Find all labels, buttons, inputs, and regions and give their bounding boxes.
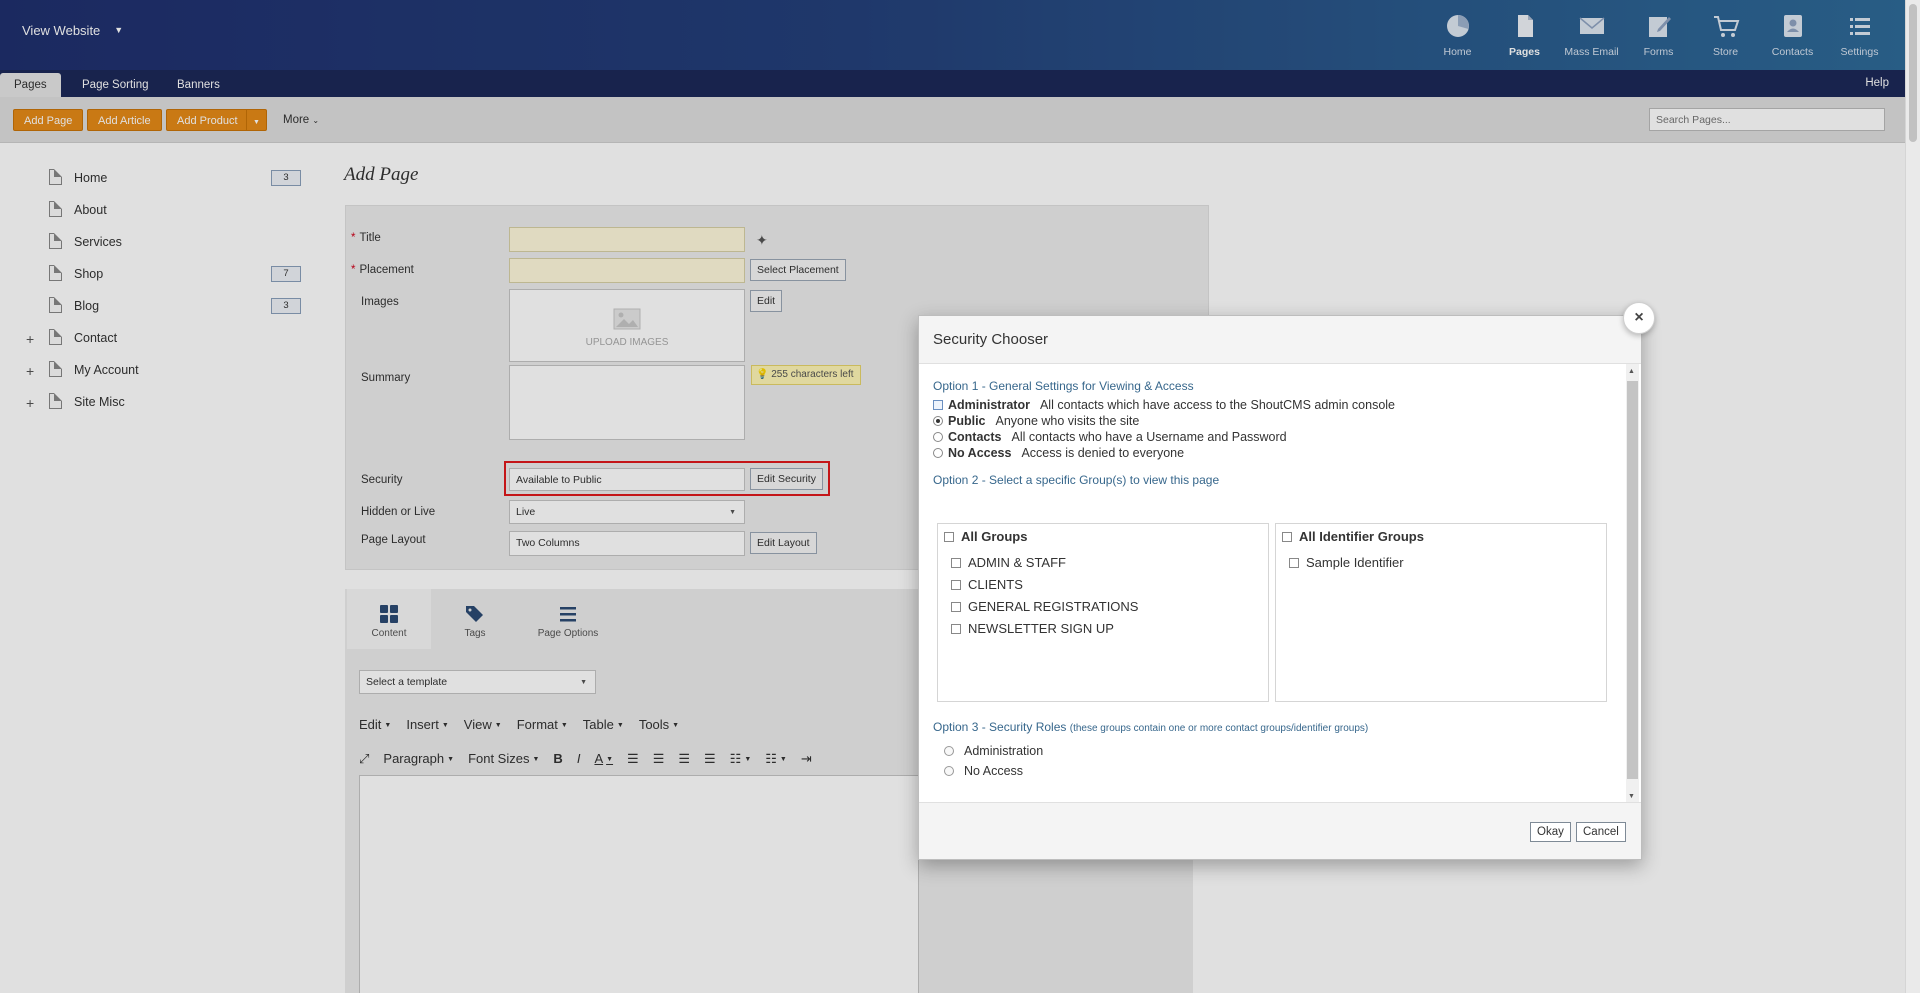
- no-access-radio[interactable]: [933, 448, 943, 458]
- option3-heading-text: Option 3 - Security Roles: [933, 720, 1067, 734]
- modal-scrollbar[interactable]: ▲ ▼: [1626, 364, 1639, 802]
- page-scrollbar[interactable]: [1905, 0, 1920, 993]
- option-public[interactable]: Public Anyone who visits the site: [933, 413, 1139, 429]
- scroll-up-icon[interactable]: ▲: [1628, 368, 1635, 375]
- page-scrollbar-thumb[interactable]: [1909, 4, 1917, 142]
- option3-subheading: (these groups contain one or more contac…: [1069, 723, 1369, 734]
- role-radio[interactable]: [944, 746, 954, 756]
- all-identifier-groups-checkbox[interactable]: All Identifier Groups: [1282, 529, 1424, 544]
- option-contacts[interactable]: Contacts All contacts who have a Username…: [933, 429, 1287, 445]
- security-chooser-modal: Security Chooser Option 1 - General Sett…: [918, 315, 1642, 860]
- okay-button[interactable]: Okay: [1530, 822, 1571, 842]
- scroll-down-icon[interactable]: ▼: [1628, 793, 1635, 800]
- identifier-group-item[interactable]: Sample Identifier: [1289, 555, 1404, 570]
- checkbox[interactable]: [1289, 558, 1299, 568]
- identifier-groups-box: All Identifier Groups Sample Identifier: [1275, 523, 1607, 702]
- group-label: CLIENTS: [968, 577, 1023, 592]
- option-administrator[interactable]: Administrator All contacts which have acc…: [933, 397, 1395, 413]
- all-identifier-groups-label: All Identifier Groups: [1299, 529, 1424, 544]
- option-name: Administrator: [948, 398, 1030, 412]
- all-groups-label: All Groups: [961, 529, 1028, 544]
- option-no-access[interactable]: No Access Access is denied to everyone: [933, 445, 1184, 461]
- option-desc: Access is denied to everyone: [1021, 446, 1185, 460]
- role-administration[interactable]: Administration: [944, 744, 1043, 758]
- checkbox[interactable]: [951, 624, 961, 634]
- checkbox[interactable]: [1282, 532, 1292, 542]
- group-item[interactable]: GENERAL REGISTRATIONS: [951, 599, 1138, 614]
- group-item[interactable]: ADMIN & STAFF: [951, 555, 1066, 570]
- checkbox[interactable]: [951, 580, 961, 590]
- modal-body: Option 1 - General Settings for Viewing …: [919, 363, 1641, 803]
- option3-heading: Option 3 - Security Roles (these groups …: [933, 720, 1368, 734]
- role-label: Administration: [964, 744, 1044, 758]
- option-name: No Access: [948, 446, 1012, 460]
- modal-title: Security Chooser: [933, 331, 1049, 348]
- checkbox[interactable]: [951, 602, 961, 612]
- option-name: Contacts: [948, 430, 1002, 444]
- close-icon[interactable]: ×: [1623, 302, 1655, 334]
- option1-heading: Option 1 - General Settings for Viewing …: [933, 379, 1194, 393]
- role-label: No Access: [964, 764, 1024, 778]
- option-desc: All contacts which have access to the Sh…: [1039, 398, 1395, 412]
- group-label: GENERAL REGISTRATIONS: [968, 599, 1139, 614]
- contact-groups-box: All Groups ADMIN & STAFF CLIENTS GENERAL…: [937, 523, 1269, 702]
- option-desc: Anyone who visits the site: [995, 414, 1140, 428]
- administrator-radio[interactable]: [933, 400, 943, 410]
- cancel-button[interactable]: Cancel: [1576, 822, 1626, 842]
- identifier-group-label: Sample Identifier: [1306, 555, 1404, 570]
- role-radio[interactable]: [944, 766, 954, 776]
- option2-heading: Option 2 - Select a specific Group(s) to…: [933, 473, 1220, 487]
- checkbox[interactable]: [944, 532, 954, 542]
- checkbox[interactable]: [951, 558, 961, 568]
- all-groups-checkbox[interactable]: All Groups: [944, 529, 1027, 544]
- public-radio[interactable]: [933, 416, 943, 426]
- group-item[interactable]: NEWSLETTER SIGN UP: [951, 621, 1114, 636]
- option-name: Public: [948, 414, 986, 428]
- group-label: NEWSLETTER SIGN UP: [968, 621, 1114, 636]
- role-no-access[interactable]: No Access: [944, 764, 1023, 778]
- modal-scrollbar-thumb[interactable]: [1627, 381, 1638, 779]
- contacts-radio[interactable]: [933, 432, 943, 442]
- group-item[interactable]: CLIENTS: [951, 577, 1023, 592]
- group-label: ADMIN & STAFF: [968, 555, 1066, 570]
- option-desc: All contacts who have a Username and Pas…: [1011, 430, 1287, 444]
